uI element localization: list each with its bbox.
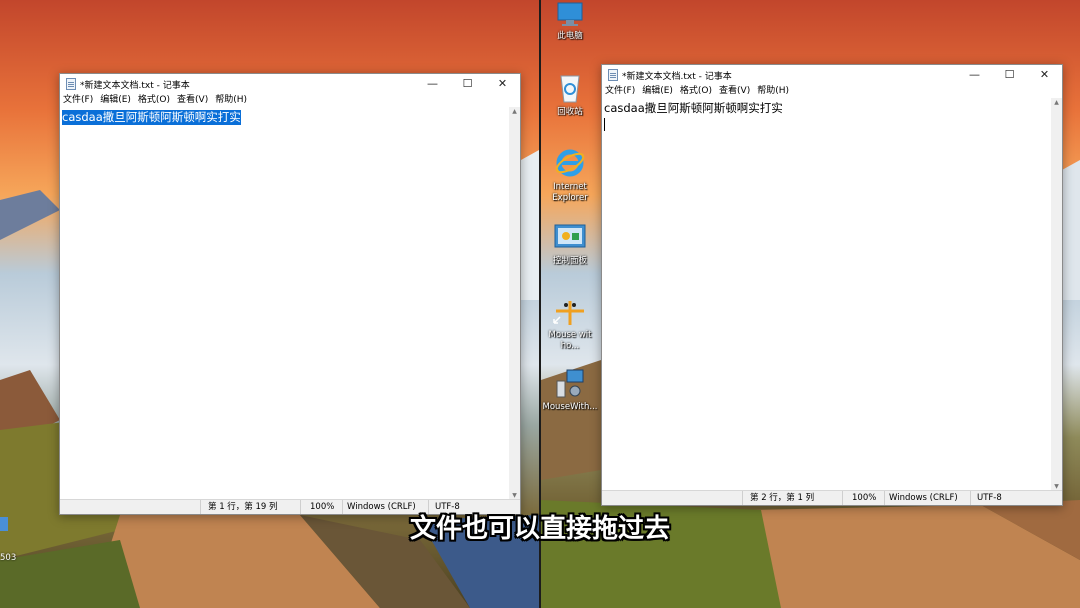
- menu-edit[interactable]: 编辑(E): [642, 85, 673, 98]
- icon-label: Mouse wit ho...: [548, 330, 592, 351]
- icon-label: 控制面板: [552, 256, 587, 266]
- close-button[interactable]: ✕: [485, 74, 520, 94]
- notepad-window-left: *新建文本文档.txt - 记事本 — ☐ ✕ 文件(F) 编辑(E) 格式(O) 查…: [59, 73, 521, 515]
- menu-help[interactable]: 帮助(H): [757, 85, 789, 98]
- maximize-button[interactable]: ☐: [450, 74, 485, 94]
- encoding: UTF-8: [977, 493, 1002, 503]
- minimize-button[interactable]: —: [957, 65, 992, 85]
- window-title: *新建文本文档.txt - 记事本: [622, 72, 732, 82]
- title-bar[interactable]: *新建文本文档.txt - 记事本 — ☐ ✕: [602, 65, 1062, 85]
- control-panel-icon: [554, 224, 586, 248]
- desktop-icon-internet-explorer[interactable]: Internet Explorer: [541, 147, 599, 204]
- vertical-scrollbar[interactable]: ▲ ▼: [509, 107, 520, 500]
- icon-label: 此电脑: [557, 31, 583, 41]
- menu-edit[interactable]: 编辑(E): [100, 94, 131, 107]
- status-bar: 第 2 行，第 1 列 100% Windows (CRLF) UTF-8: [602, 490, 1062, 505]
- menu-file[interactable]: 文件(F): [605, 85, 635, 98]
- scroll-up-icon[interactable]: ▲: [1051, 99, 1062, 106]
- menu-bar: 文件(F) 编辑(E) 格式(O) 查看(V) 帮助(H): [602, 85, 1062, 98]
- icon-label: Internet Explorer: [552, 182, 588, 203]
- computer-icon: [557, 2, 583, 26]
- menu-view[interactable]: 查看(V): [177, 94, 208, 107]
- desktop-icon-mouse-shortcut[interactable]: Mouse wit ho...: [541, 297, 599, 352]
- video-subtitle: 文件也可以直接拖过去: [409, 514, 670, 544]
- scroll-down-icon[interactable]: ▼: [509, 492, 520, 499]
- text-caret: [604, 118, 605, 131]
- menu-bar: 文件(F) 编辑(E) 格式(O) 查看(V) 帮助(H): [60, 94, 520, 107]
- zoom-level: 100%: [852, 493, 877, 503]
- notepad-icon: [608, 69, 618, 81]
- cursor-position: 第 2 行，第 1 列: [750, 493, 815, 503]
- internet-explorer-icon: [555, 149, 585, 177]
- close-button[interactable]: ✕: [1027, 65, 1062, 85]
- vertical-scrollbar[interactable]: ▲ ▼: [1051, 98, 1062, 491]
- scroll-down-icon[interactable]: ▼: [1051, 483, 1062, 490]
- mouse-shortcut-icon: [553, 301, 584, 325]
- menu-format[interactable]: 格式(O): [680, 85, 712, 98]
- partial-icon-label: 503: [0, 553, 17, 563]
- mousewith-app-icon: [556, 369, 584, 398]
- document-text-selected[interactable]: casdaa撒旦阿斯顿阿斯顿啊实打实: [62, 110, 241, 125]
- recycle-bin-icon: [560, 75, 580, 103]
- desktop-icon-recycle-bin[interactable]: 回收站: [541, 72, 599, 118]
- notepad-window-right: *新建文本文档.txt - 记事本 — ☐ ✕ 文件(F) 编辑(E) 格式(O) 查…: [601, 64, 1063, 506]
- menu-file[interactable]: 文件(F): [63, 94, 93, 107]
- text-editor[interactable]: casdaa撒旦阿斯顿阿斯顿啊实打实: [602, 98, 1062, 491]
- icon-label: 回收站: [557, 107, 583, 117]
- maximize-button[interactable]: ☐: [992, 65, 1027, 85]
- desktop-icon-mousewith[interactable]: MouseWith...: [541, 367, 599, 413]
- scroll-up-icon[interactable]: ▲: [509, 108, 520, 115]
- menu-help[interactable]: 帮助(H): [215, 94, 247, 107]
- text-editor[interactable]: casdaa撒旦阿斯顿阿斯顿啊实打实: [60, 107, 520, 500]
- desktop-icon-control-panel[interactable]: 控制面板: [541, 223, 599, 267]
- document-text[interactable]: casdaa撒旦阿斯顿阿斯顿啊实打实: [604, 101, 783, 116]
- line-ending: Windows (CRLF): [889, 493, 958, 503]
- minimize-button[interactable]: —: [415, 74, 450, 94]
- desktop-icon-this-pc[interactable]: 此电脑: [541, 2, 599, 42]
- window-title: *新建文本文档.txt - 记事本: [80, 81, 190, 91]
- title-bar[interactable]: *新建文本文档.txt - 记事本 — ☐ ✕: [60, 74, 520, 94]
- notepad-icon: [66, 78, 76, 90]
- menu-format[interactable]: 格式(O): [138, 94, 170, 107]
- icon-label: MouseWith...: [542, 402, 598, 412]
- menu-view[interactable]: 查看(V): [719, 85, 750, 98]
